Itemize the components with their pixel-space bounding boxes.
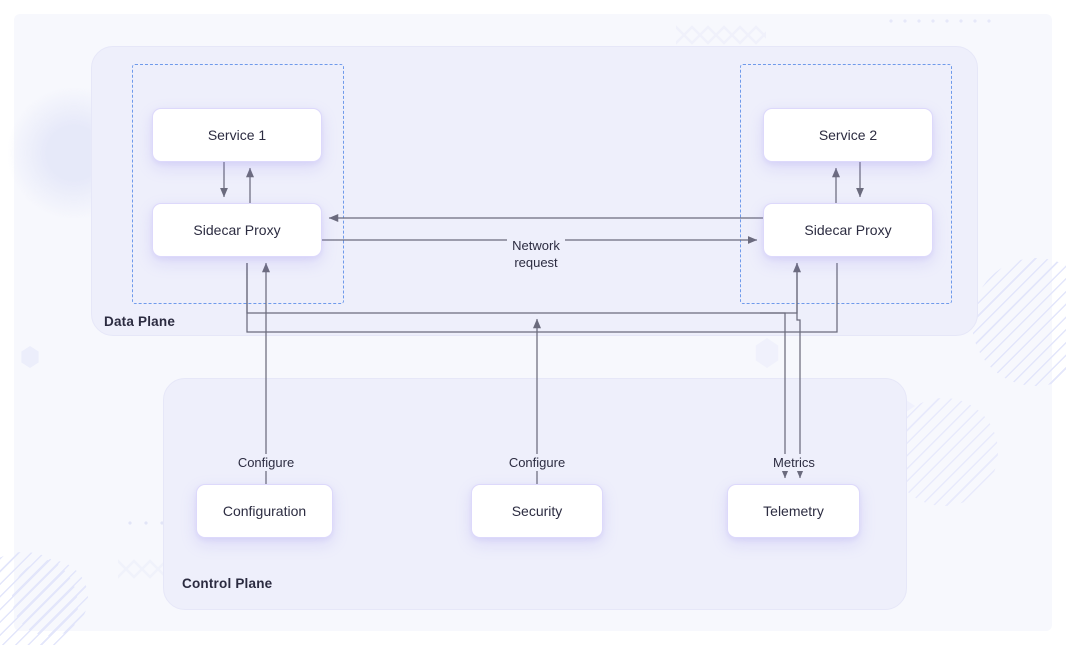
node-label: Configuration [222,503,307,519]
edge-label-metrics: Metrics [734,437,854,471]
edge-label-text: Network request [507,237,565,271]
control-plane-label: Control Plane [182,576,273,591]
node-security[interactable]: Security [471,484,603,538]
edge-security-bus-right [537,263,838,333]
edge-label-text: Metrics [768,454,820,471]
node-sidecar-proxy-2[interactable]: Sidecar Proxy [763,203,933,257]
edge-label-text: Configure [503,454,571,471]
node-configuration[interactable]: Configuration [196,484,333,538]
node-sidecar-proxy-1[interactable]: Sidecar Proxy [152,203,322,257]
node-label: Service 1 [207,127,267,143]
edge-security-bus-left [246,263,537,333]
edge-label-configure-security: Configure [477,437,597,471]
node-service-2[interactable]: Service 2 [763,108,933,162]
node-label: Service 2 [818,127,878,143]
edge-label-text: Configure [232,454,300,471]
edge-label-configure-configuration: Configure [206,437,326,471]
node-telemetry[interactable]: Telemetry [727,484,860,538]
node-label: Telemetry [763,503,824,519]
data-plane-label: Data Plane [104,314,176,329]
node-label: Sidecar Proxy [804,222,892,238]
node-service-1[interactable]: Service 1 [152,108,322,162]
edge-label-network-request: Network request [466,220,606,271]
node-label: Sidecar Proxy [193,222,281,238]
node-label: Security [511,503,563,519]
diagram-canvas: Service 1 Sidecar Proxy Service 2 Sideca… [0,0,1066,645]
edge-bus-to-sidecar2-up [760,262,801,314]
